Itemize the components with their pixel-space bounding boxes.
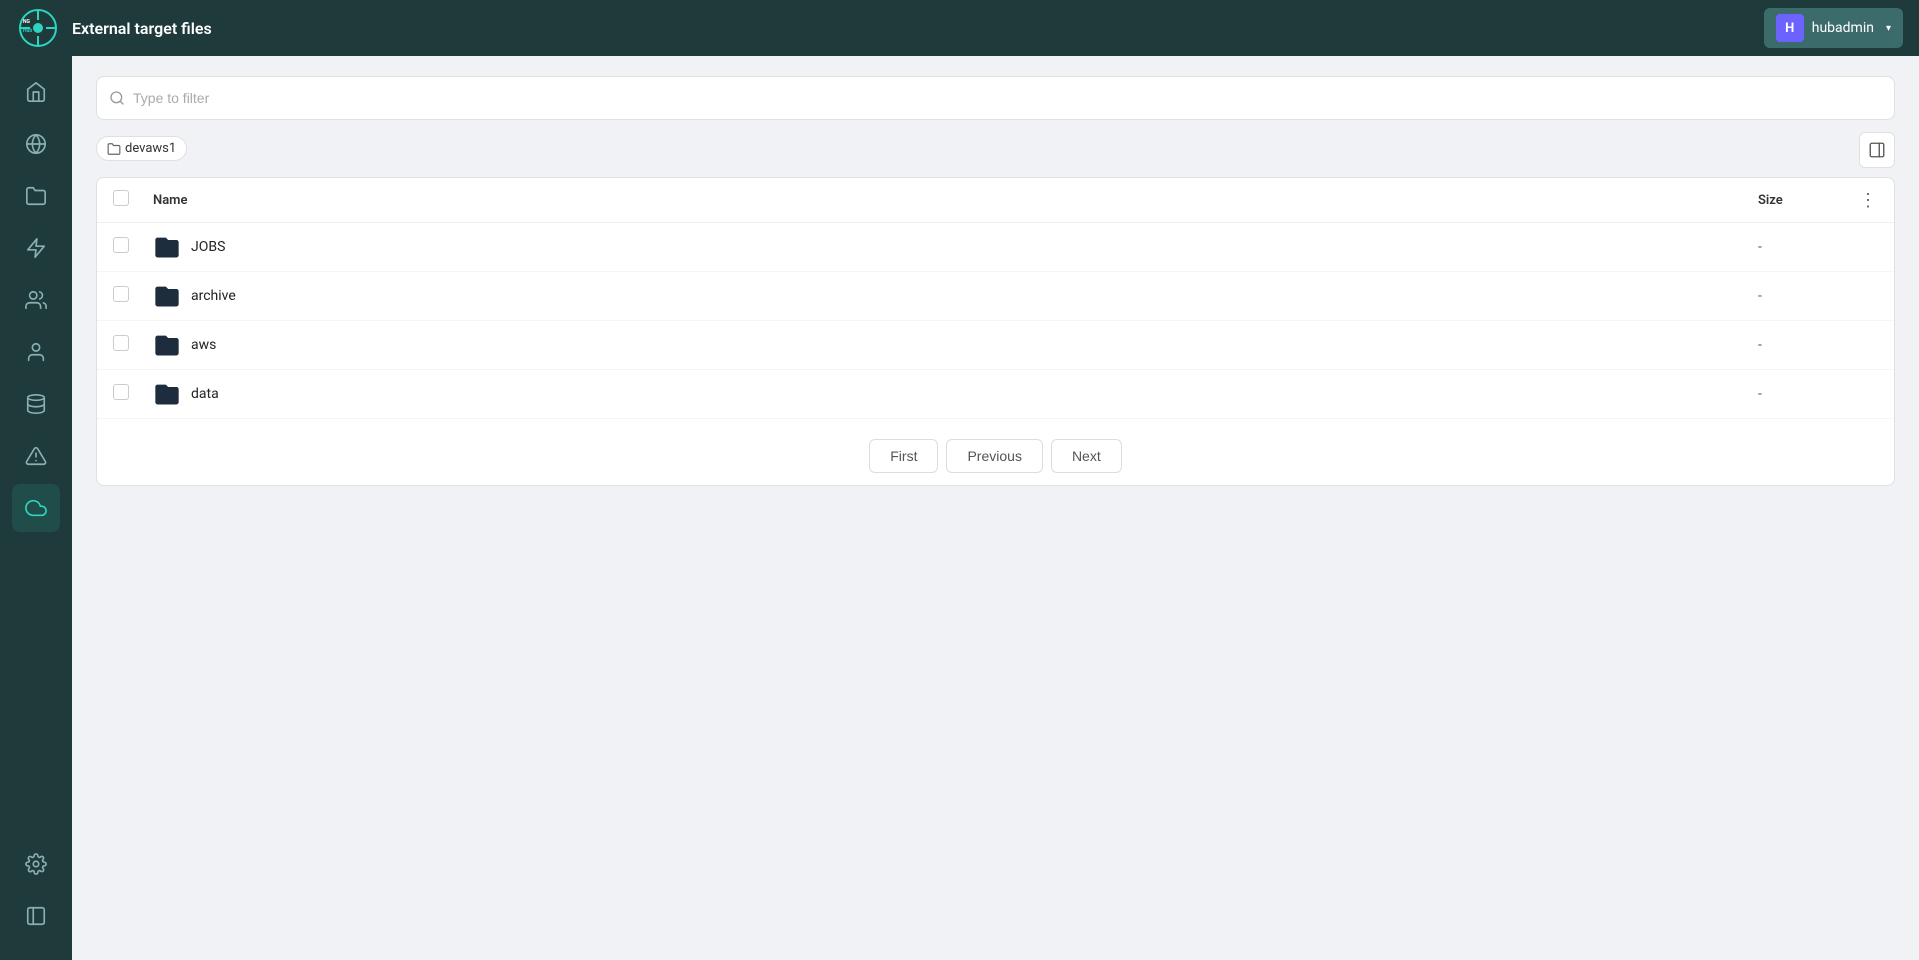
first-button[interactable]: First (869, 439, 938, 473)
chevron-down-icon: ▾ (1886, 23, 1891, 34)
folder-icon-archive (153, 282, 181, 310)
header-check-col (113, 190, 153, 210)
table-row[interactable]: aws - (97, 321, 1894, 370)
col-name-header: Name (153, 193, 1758, 208)
file-size-aws: - (1758, 337, 1878, 353)
svg-text:NG: NG (23, 19, 31, 25)
table-row[interactable]: JOBS - (97, 223, 1894, 272)
file-name-cell-data: data (153, 380, 1758, 408)
row-checkbox-jobs[interactable] (113, 237, 129, 253)
sidebar-item-home[interactable] (12, 68, 60, 116)
table-header: Name Size ⋮ (97, 178, 1894, 223)
table-row[interactable]: data - (97, 370, 1894, 419)
logo: NG Hub (16, 6, 60, 50)
next-button[interactable]: Next (1051, 439, 1122, 473)
sidebar-item-lightning[interactable] (12, 224, 60, 272)
user-menu[interactable]: H hubadmin ▾ (1764, 8, 1903, 48)
sidebar-item-user[interactable] (12, 328, 60, 376)
file-size-jobs: - (1758, 239, 1878, 255)
folder-icon-jobs (153, 233, 181, 261)
file-table: Name Size ⋮ JOBS - (96, 177, 1895, 486)
header-left: NG Hub External target files (16, 6, 212, 50)
sidebar-bottom (12, 840, 60, 948)
search-icon (109, 90, 125, 106)
breadcrumb-label: devaws1 (125, 141, 176, 156)
row-checkbox-archive[interactable] (113, 286, 129, 302)
file-name-cell-aws: aws (153, 331, 1758, 359)
previous-button[interactable]: Previous (946, 439, 1042, 473)
sidebar-item-panel[interactable] (12, 892, 60, 940)
table-row[interactable]: archive - (97, 272, 1894, 321)
row-checkbox-data[interactable] (113, 384, 129, 400)
panel-toggle-button[interactable] (1859, 132, 1895, 168)
file-name-data: data (191, 386, 219, 402)
search-bar-wrapper (96, 76, 1895, 120)
breadcrumb-item-devaws1[interactable]: devaws1 (96, 136, 187, 161)
sidebar-item-settings[interactable] (12, 840, 60, 888)
file-name-cell-archive: archive (153, 282, 1758, 310)
svg-text:Hub: Hub (23, 28, 32, 34)
main-layout: devaws1 Name Size ⋮ JOBS (0, 56, 1919, 960)
file-name-jobs: JOBS (191, 239, 225, 255)
row-checkbox-aws[interactable] (113, 335, 129, 351)
row-check-col (113, 384, 153, 404)
file-size-archive: - (1758, 288, 1878, 304)
file-size-data: - (1758, 386, 1878, 402)
user-avatar: H (1776, 14, 1804, 42)
file-name-archive: archive (191, 288, 236, 304)
top-header: NG Hub External target files H hubadmin … (0, 0, 1919, 56)
sidebar (0, 56, 72, 960)
folder-icon-aws (153, 331, 181, 359)
sidebar-item-team[interactable] (12, 276, 60, 324)
table-menu-button[interactable]: ⋮ (1854, 186, 1882, 214)
content-area: devaws1 Name Size ⋮ JOBS (72, 56, 1919, 960)
sidebar-item-cloud[interactable] (12, 484, 60, 532)
row-check-col (113, 335, 153, 355)
sidebar-item-database[interactable] (12, 380, 60, 428)
select-all-checkbox[interactable] (113, 190, 129, 206)
page-title: External target files (72, 19, 212, 38)
sidebar-item-network[interactable] (12, 120, 60, 168)
sidebar-item-alert[interactable] (12, 432, 60, 480)
user-name: hubadmin (1812, 20, 1874, 36)
row-check-col (113, 237, 153, 257)
search-input[interactable] (133, 90, 1882, 106)
pagination: First Previous Next (97, 419, 1894, 485)
file-name-cell-jobs: JOBS (153, 233, 1758, 261)
folder-icon-data (153, 380, 181, 408)
folder-icon-small (107, 142, 121, 156)
breadcrumb: devaws1 (96, 136, 1895, 161)
row-check-col (113, 286, 153, 306)
file-name-aws: aws (191, 337, 216, 353)
sidebar-item-folder[interactable] (12, 172, 60, 220)
